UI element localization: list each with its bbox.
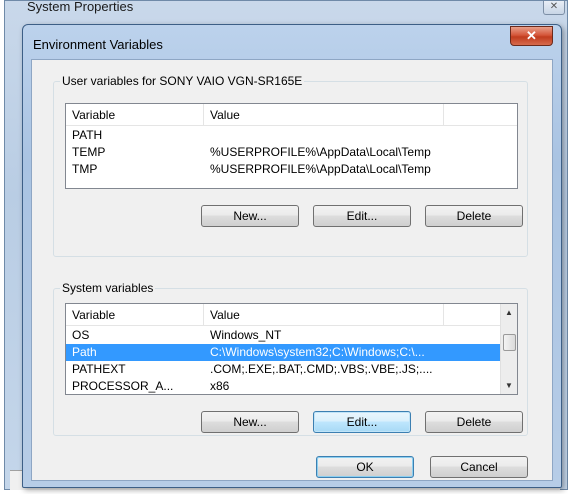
variable-value: %USERPROFILE%\AppData\Local\Temp bbox=[210, 162, 431, 176]
column-header-value[interactable]: Value bbox=[204, 104, 444, 126]
ok-button[interactable]: OK bbox=[316, 456, 414, 478]
user-variables-group: User variables for SONY VAIO VGN-SR165E … bbox=[53, 74, 528, 257]
user-new-button[interactable]: New... bbox=[201, 205, 299, 227]
user-edit-button[interactable]: Edit... bbox=[313, 205, 411, 227]
variable-name: TMP bbox=[72, 162, 98, 176]
system-variables-header: Variable Value bbox=[66, 304, 500, 326]
environment-variables-dialog: Environment Variables ✕ User variables f… bbox=[22, 24, 562, 488]
system-delete-button[interactable]: Delete bbox=[425, 411, 523, 433]
variable-name: PATHEXT bbox=[72, 362, 126, 376]
list-item-selected[interactable]: Path C:\Windows\system32;C:\Windows;C:\.… bbox=[66, 344, 502, 361]
variable-value: x86 bbox=[210, 379, 230, 393]
system-properties-title: System Properties bbox=[27, 0, 134, 14]
user-variables-list[interactable]: Variable Value PATH TEMP %USERPROFILE%\A… bbox=[65, 103, 518, 189]
variable-name: PROCESSOR_A... bbox=[72, 379, 174, 393]
list-item[interactable]: PATHEXT .COM;.EXE;.BAT;.CMD;.VBS;.VBE;.J… bbox=[66, 361, 502, 378]
system-edit-button[interactable]: Edit... bbox=[313, 411, 411, 433]
variable-value: %USERPROFILE%\AppData\Local\Temp bbox=[210, 145, 431, 159]
variable-value: Windows_NT bbox=[210, 328, 282, 342]
scroll-down-arrow-icon[interactable]: ▼ bbox=[501, 377, 517, 394]
dialog-title: Environment Variables bbox=[33, 37, 163, 52]
variable-name: OS bbox=[72, 328, 90, 342]
dialog-close-button[interactable]: ✕ bbox=[510, 26, 553, 46]
list-item[interactable]: TMP %USERPROFILE%\AppData\Local\Temp bbox=[66, 161, 517, 178]
system-variables-label: System variables bbox=[60, 281, 156, 295]
system-new-button[interactable]: New... bbox=[201, 411, 299, 433]
scrollbar-thumb[interactable] bbox=[503, 334, 516, 351]
list-item[interactable]: PROCESSOR_A... x86 bbox=[66, 378, 502, 394]
variable-name: TEMP bbox=[72, 145, 106, 159]
variable-name: Path bbox=[72, 345, 97, 359]
system-variables-group: System variables Variable Value OS Windo… bbox=[53, 281, 528, 436]
variable-value: .COM;.EXE;.BAT;.CMD;.VBS;.VBE;.JS;.... bbox=[210, 362, 433, 376]
column-header-variable[interactable]: Variable bbox=[66, 304, 204, 326]
variable-value: C:\Windows\system32;C:\Windows;C:\... bbox=[210, 345, 425, 359]
system-variables-list[interactable]: Variable Value OS Windows_NT Path C:\Win… bbox=[65, 303, 518, 395]
list-item[interactable]: PATH bbox=[66, 127, 517, 144]
scroll-up-arrow-icon[interactable]: ▲ bbox=[501, 304, 517, 321]
user-variables-header: Variable Value bbox=[66, 104, 517, 126]
dialog-client-area: User variables for SONY VAIO VGN-SR165E … bbox=[31, 59, 553, 481]
user-variables-label: User variables for SONY VAIO VGN-SR165E bbox=[60, 74, 305, 88]
column-header-variable[interactable]: Variable bbox=[66, 104, 204, 126]
user-delete-button[interactable]: Delete bbox=[425, 205, 523, 227]
list-item[interactable]: TEMP %USERPROFILE%\AppData\Local\Temp bbox=[66, 144, 517, 161]
system-variables-scrollbar[interactable]: ▲ ▼ bbox=[500, 304, 517, 394]
system-properties-close-button[interactable]: ✕ bbox=[543, 1, 565, 15]
cancel-button[interactable]: Cancel bbox=[430, 456, 528, 478]
column-header-value[interactable]: Value bbox=[204, 304, 444, 326]
variable-name: PATH bbox=[72, 128, 103, 142]
list-item[interactable]: OS Windows_NT bbox=[66, 327, 502, 344]
